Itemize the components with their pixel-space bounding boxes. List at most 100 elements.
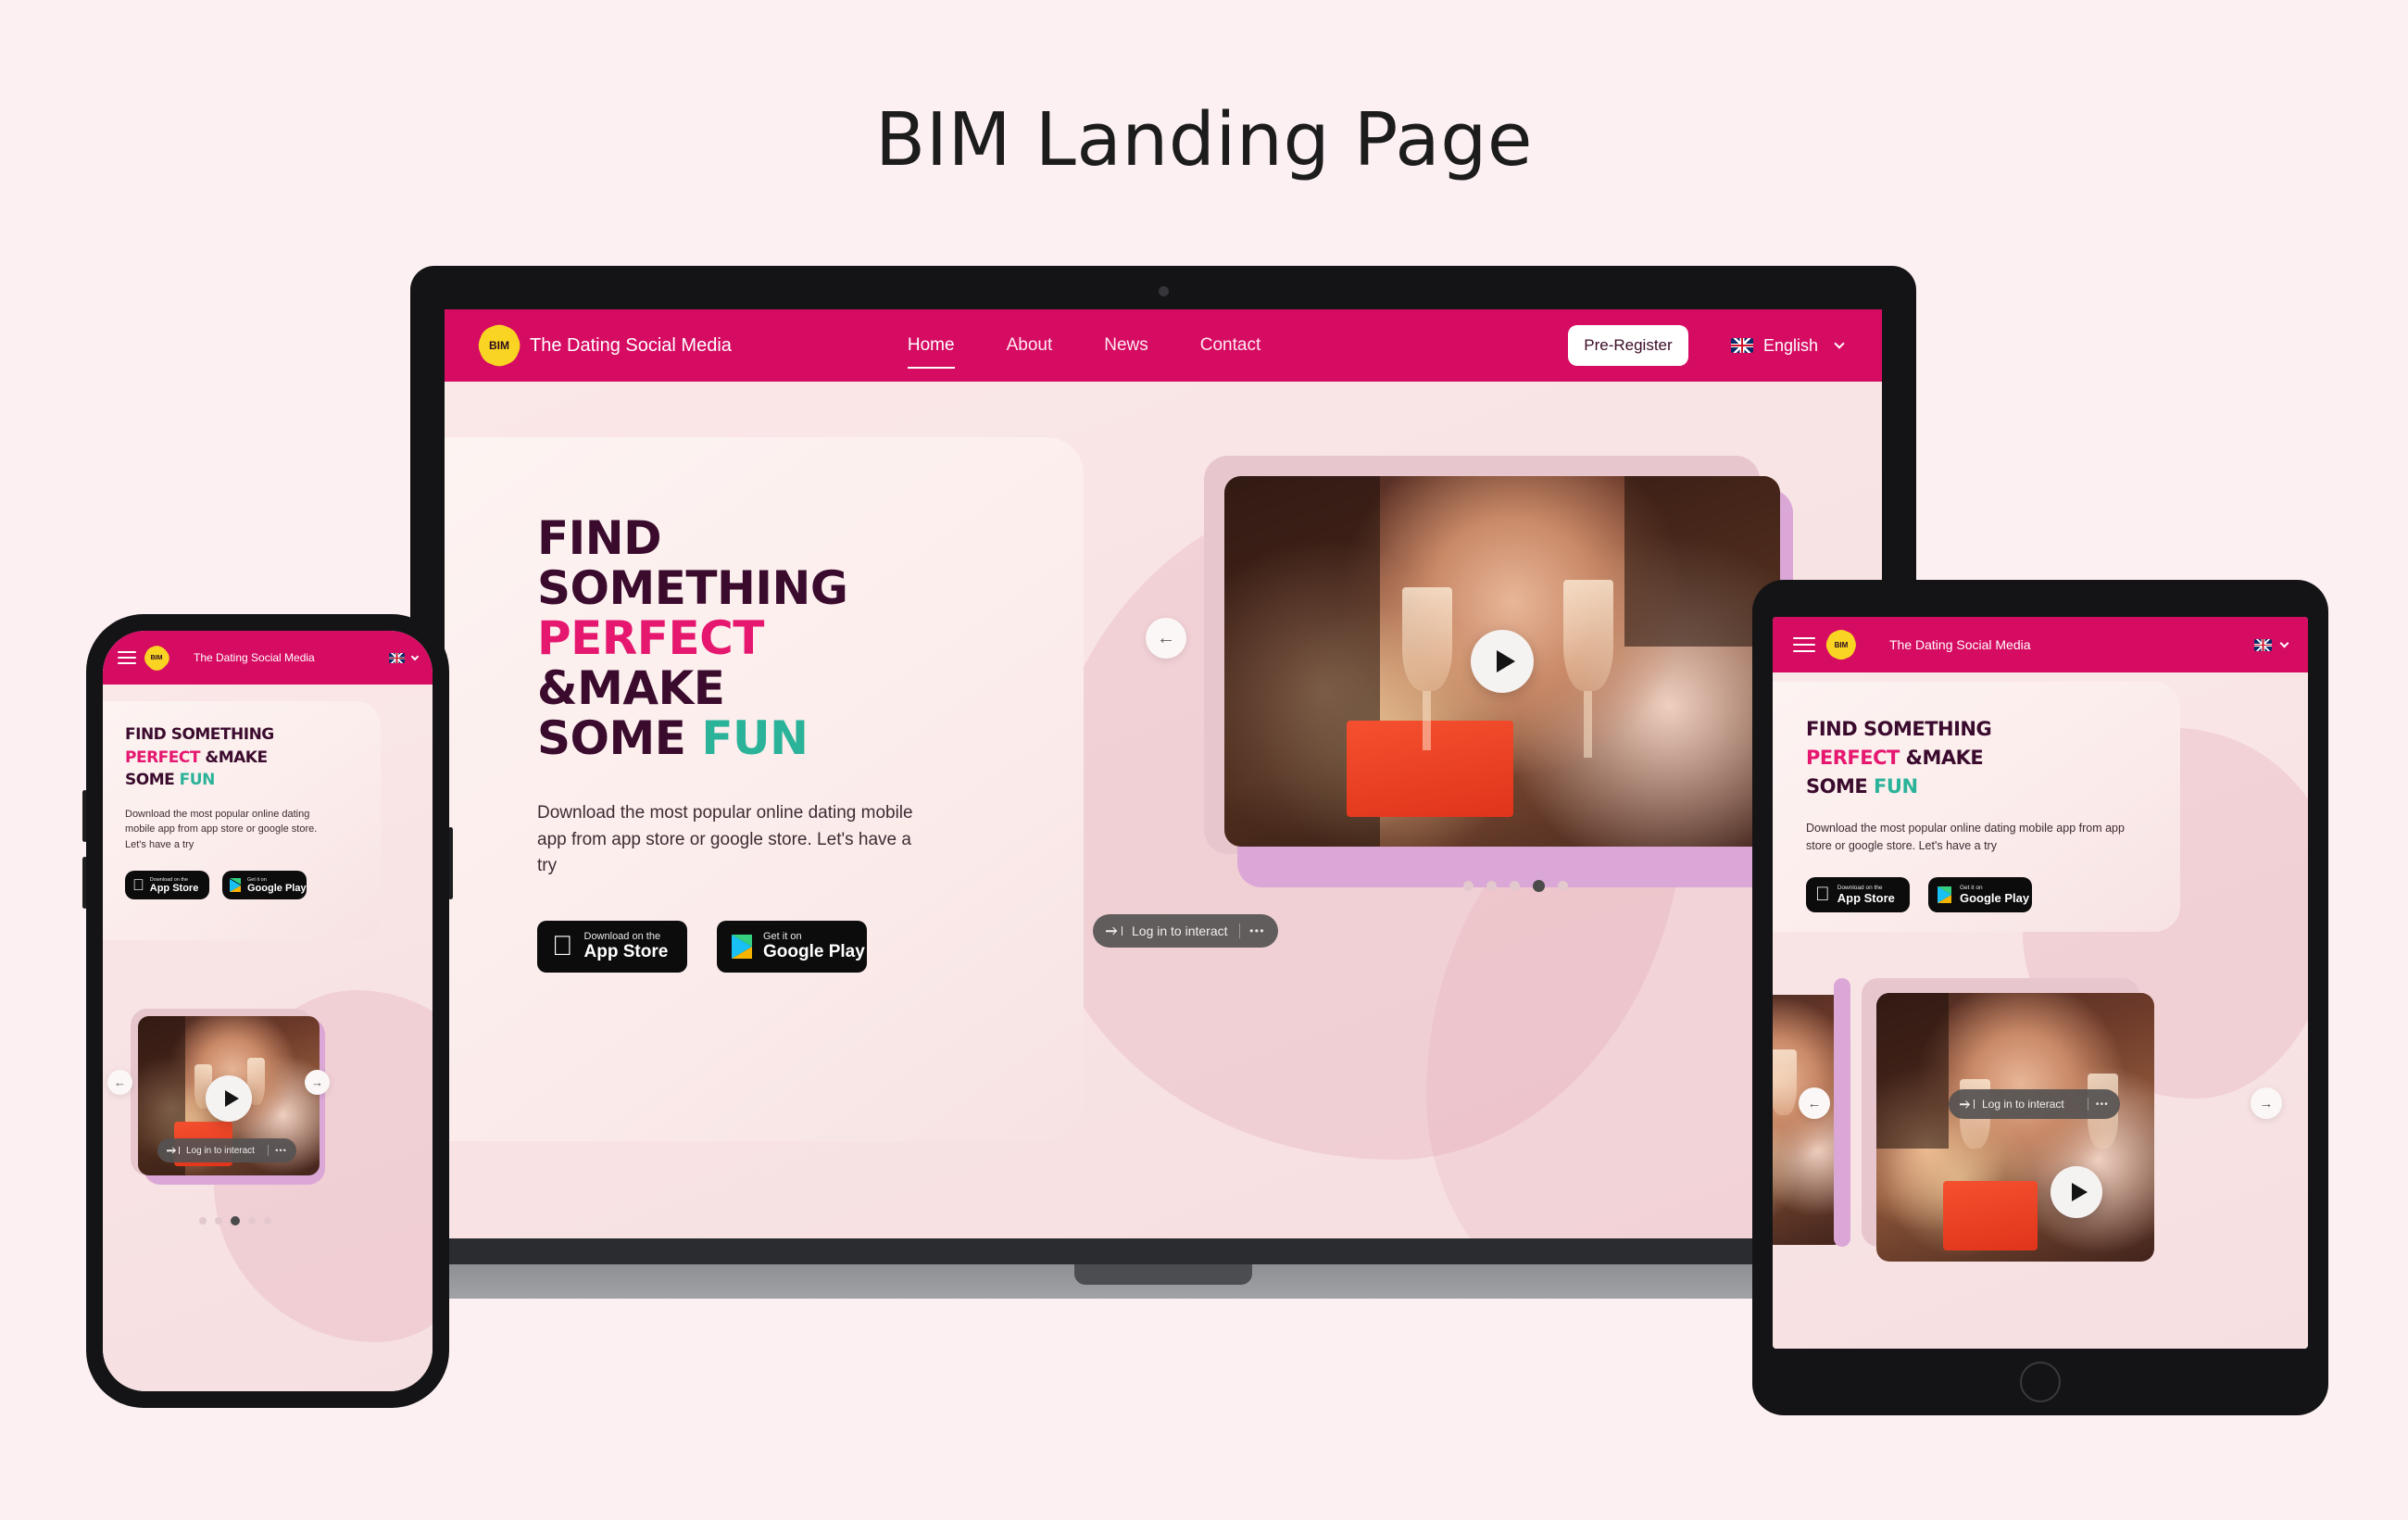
login-overlay-label: Log in to interact [186,1145,255,1156]
nav-item-news[interactable]: News [1104,335,1148,356]
mobile-login-overlay[interactable]: Log in to interact ••• [157,1138,296,1162]
desktop-video-card [1204,456,1793,887]
overlay-divider [1239,923,1241,938]
app-store-button[interactable]:  Download on the App Store [125,871,209,900]
uk-flag-icon [389,652,405,663]
overlay-more-icon[interactable]: ••• [2096,1099,2109,1110]
logo-label: BIM [150,654,163,661]
google-play-button[interactable]: Get it on Google Play [717,920,867,973]
nav-item-about[interactable]: About [1007,335,1053,356]
laptop-mockup: BIM The Dating Social Media Home About N… [298,266,2028,1299]
carousel-dot-active[interactable] [231,1216,240,1225]
google-play-title: Google Play [763,941,865,961]
hero-heading-make: &MAKE [1905,747,1984,770]
carousel-dot[interactable] [1510,881,1520,891]
video-play-button[interactable] [2051,1165,2102,1218]
arrow-left-icon: ← [1807,1095,1822,1112]
hero-heading: FIND SOMETHING PERFECT &MAKE SOME FUN [537,513,1019,763]
carousel-next-button[interactable]: → [305,1070,330,1095]
tablet-navbar: BIM The Dating Social Media [1773,617,2308,672]
carousel-prev-button[interactable]: ← [107,1070,132,1095]
desktop-login-overlay[interactable]: Log in to interact ••• [1093,914,1278,948]
hero-heading-line-3: PERFECT [537,611,764,665]
hero-heading-make: &MAKE [205,747,268,767]
play-icon [2071,1182,2088,1201]
google-play-button[interactable]: Get it on Google Play [222,871,307,900]
language-selector[interactable]: English [1730,335,1845,356]
hero-heading-line-1: FIND SOMETHING [1806,718,1992,740]
carousel-prev-button[interactable]: ← [1146,618,1186,659]
hero-heading-fun: FUN [701,711,809,765]
carousel-dot[interactable] [199,1217,207,1225]
gift-box-decoration [1943,1181,2038,1251]
mobile-store-badges:  Download on the App Store [125,871,394,900]
tablet-viewport: BIM The Dating Social Media FIND SOMETHI… [1773,617,2308,1349]
google-play-icon [230,878,242,893]
desktop-store-badges:  Download on the App Store [537,920,1019,973]
app-store-title: App Store [1823,890,1895,905]
video-play-button[interactable] [1471,630,1534,693]
hero-paragraph: Download the most popular online dating … [537,803,913,875]
google-play-title: Google Play [247,882,307,894]
arrow-left-icon: ← [1157,627,1175,648]
hero-heading-line-2: PERFECT &MAKE [1806,744,2232,773]
carousel-prev-button[interactable]: ← [1799,1087,1830,1119]
carousel-dot-active[interactable] [1533,880,1545,892]
video-play-button[interactable] [206,1075,252,1123]
hamburger-menu-icon[interactable] [118,651,136,664]
login-overlay-label: Log in to interact [1982,1098,2064,1111]
language-selector[interactable] [389,652,420,663]
phone-body: BIM The Dating Social Media FIND SOMETHI… [86,614,449,1408]
carousel-dot[interactable] [215,1217,222,1225]
hero-heading-line-5: SOME FUN [537,713,1019,763]
carousel-next-button[interactable]: → [2251,1087,2282,1119]
play-icon [224,1090,239,1108]
hero-heading-some: SOME [537,711,686,765]
mobile-carousel-dots [199,1216,271,1225]
brand-name: The Dating Social Media [530,334,732,356]
nav-item-home[interactable]: Home [907,335,955,370]
overlay-more-icon[interactable]: ••• [1249,924,1265,937]
hero-heading-fun: FUN [179,771,216,790]
app-store-title: App Store [138,882,199,894]
arrow-right-icon: → [311,1075,323,1089]
tablet-body: BIM The Dating Social Media FIND SOMETHI… [1752,580,2328,1415]
app-store-button[interactable]:  Download on the App Store [1806,876,1910,912]
hero-heading-fun: FUN [1874,775,1918,798]
hero-heading-line-2: PERFECT &MAKE [125,747,394,770]
carousel-dot[interactable] [1463,881,1474,891]
apple-icon:  [132,877,144,893]
brand-name: The Dating Social Media [194,651,315,664]
logo-icon[interactable]: BIM [479,325,520,366]
carousel-dot[interactable] [1486,881,1497,891]
hero-heading: FIND SOMETHING PERFECT &MAKE SOME FUN [125,723,394,792]
video-thumbnail[interactable] [1224,476,1780,847]
pre-register-button[interactable]: Pre-Register [1567,325,1688,366]
laptop-trackpad-notch [1074,1264,1252,1285]
laptop-camera-icon [1159,286,1169,296]
page-title: BIM Landing Page [875,97,1533,182]
hamburger-menu-icon[interactable] [1793,637,1815,652]
logo-icon[interactable]: BIM [1827,631,1855,659]
chevron-down-icon [1834,338,1845,349]
hero-heading: FIND SOMETHING PERFECT &MAKE SOME FUN [1806,715,2232,801]
carousel-dot[interactable] [264,1217,271,1225]
tablet-home-button[interactable] [2020,1362,2061,1402]
google-play-subtitle: Get it on [1960,884,1983,891]
tablet-login-overlay[interactable]: Log in to interact ••• [1949,1089,2120,1119]
language-selector[interactable] [2254,638,2289,651]
carousel-dot[interactable] [1558,881,1568,891]
language-label: English [1762,335,1818,355]
google-play-button[interactable]: Get it on Google Play [1928,876,2032,912]
video-thumbnail[interactable] [1876,993,2154,1262]
play-icon [1497,650,1516,672]
logo-icon[interactable]: BIM [144,646,169,670]
overlay-more-icon[interactable]: ••• [275,1146,287,1155]
carousel-dot[interactable] [248,1217,256,1225]
google-play-subtitle: Get it on [763,930,802,942]
uk-flag-icon [2254,638,2272,651]
laptop-screen-frame: BIM The Dating Social Media Home About N… [410,266,1916,1238]
mobile-navbar: BIM The Dating Social Media [103,631,433,685]
app-store-button[interactable]:  Download on the App Store [537,920,687,973]
nav-item-contact[interactable]: Contact [1200,335,1260,356]
